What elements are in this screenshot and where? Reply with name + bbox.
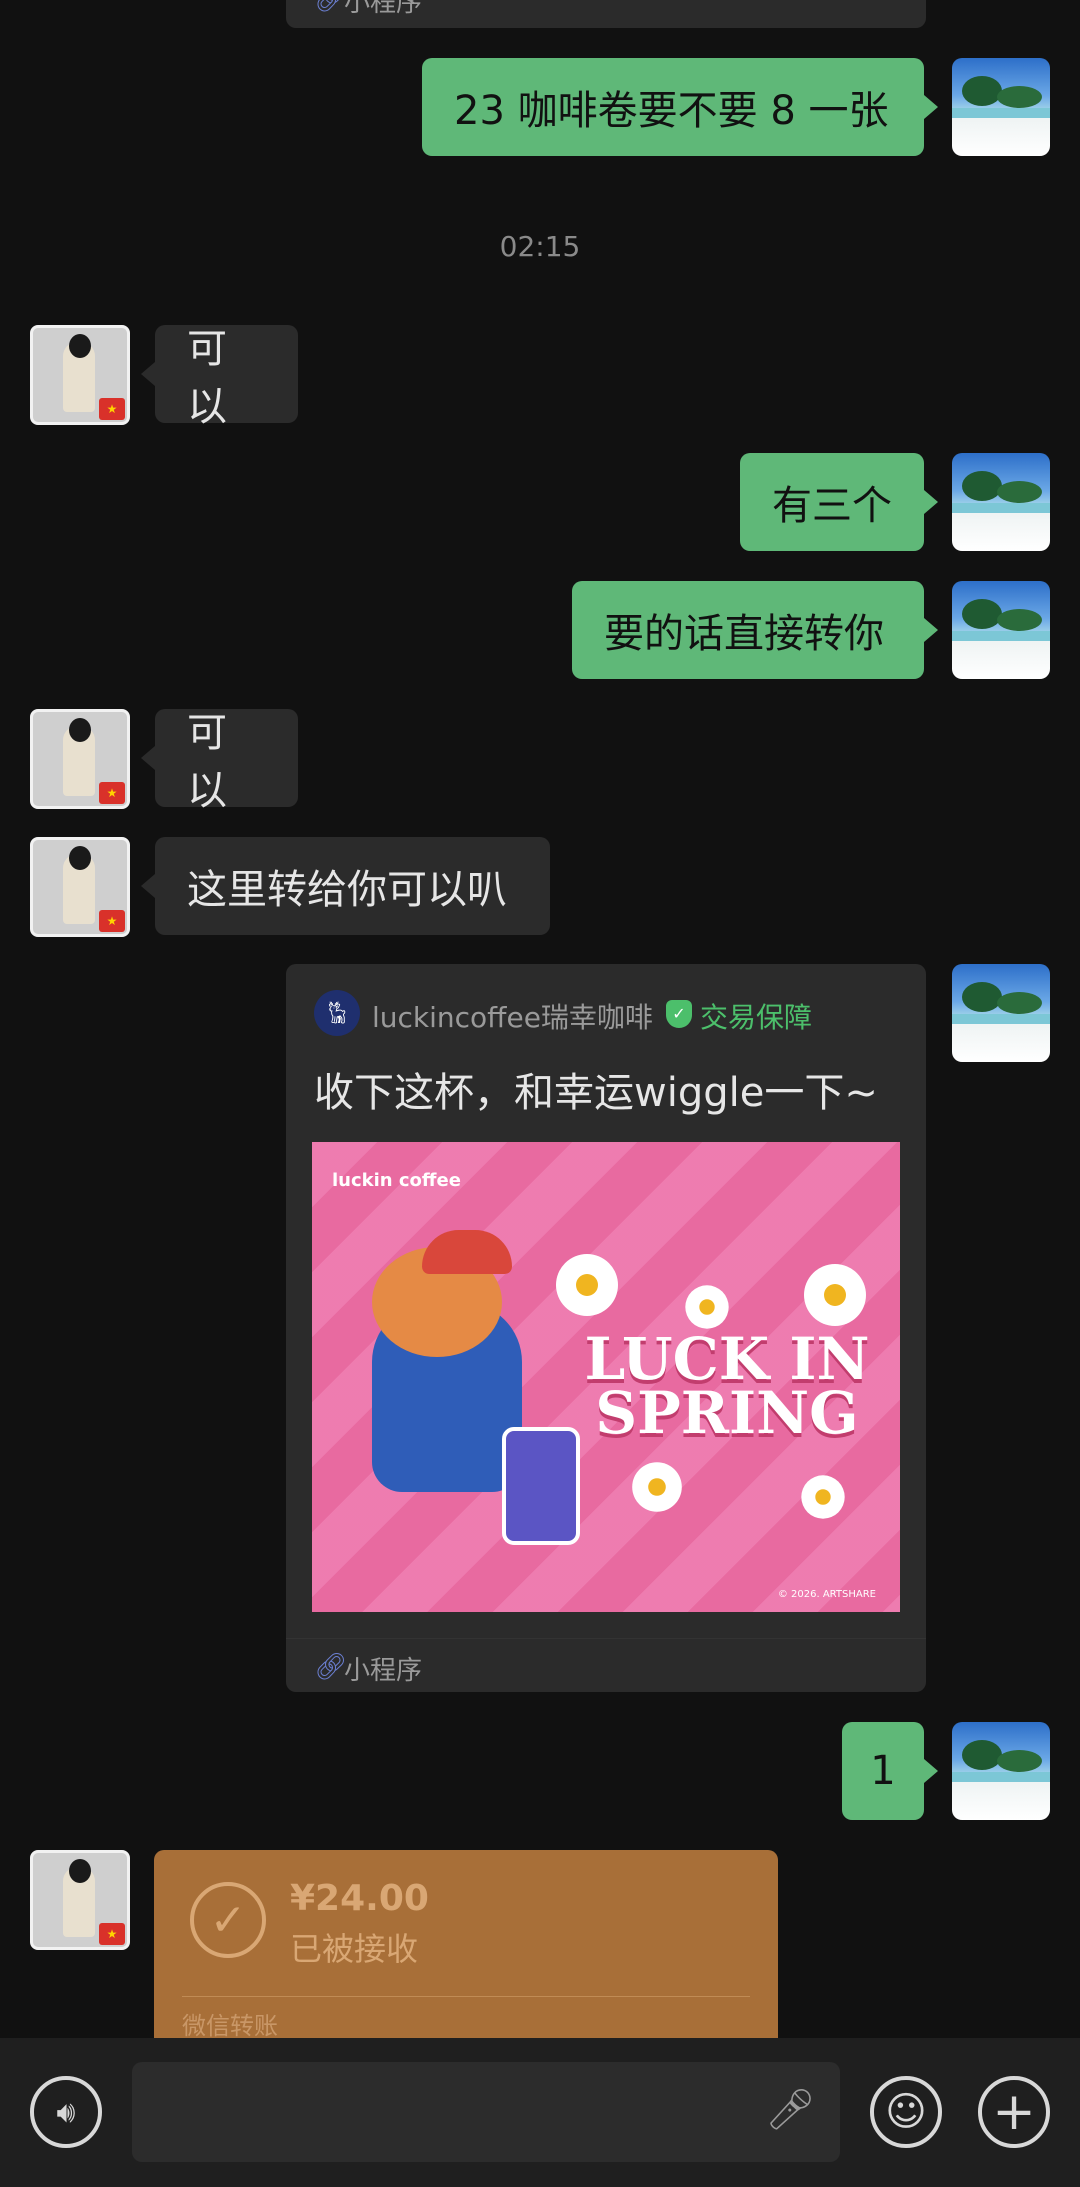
message-bubble[interactable]: 1 — [842, 1722, 924, 1820]
bubble-tail — [924, 1759, 938, 1783]
card-divider — [286, 1638, 926, 1639]
plus-icon[interactable]: + — [978, 2076, 1050, 2148]
luckin-logo-icon: 🦌︎ — [314, 990, 360, 1036]
banner-headline-line1: LUCK IN — [584, 1325, 870, 1393]
bubble-tail — [924, 95, 938, 119]
message-bubble[interactable]: 这里转给你可以叭 — [155, 837, 550, 935]
message-text: 可以 — [187, 710, 227, 814]
message-text: 1 — [870, 1748, 896, 1794]
bubble-tail — [924, 618, 938, 642]
shield-icon: ✓ — [666, 1000, 692, 1028]
flower-icon — [562, 1260, 612, 1310]
message-bubble[interactable]: 可以 — [155, 709, 298, 814]
message-text: 有三个 — [772, 483, 892, 529]
mic-icon[interactable]: 🎤︎ — [765, 2086, 816, 2133]
message-bubble[interactable]: 可以 — [155, 325, 298, 430]
card-banner-image: luckin coffee LUCK IN SPRING © 2026. ART… — [312, 1142, 900, 1612]
mini-program-card[interactable]: 🦌︎ luckincoffee瑞幸咖啡 ✓ 交易保障 收下这杯，和幸运wiggl… — [286, 964, 926, 1692]
flower-icon — [637, 1467, 677, 1507]
flower-icon — [810, 1270, 860, 1320]
mini-program-icon: 🔗︎ — [314, 1652, 348, 1682]
suitcase-illustration — [502, 1427, 580, 1545]
message-text: 可以 — [187, 326, 227, 430]
card-title: 收下这杯，和幸运wiggle一下~ — [314, 1070, 878, 1116]
my-avatar[interactable] — [952, 964, 1050, 1062]
transfer-amount: ¥24.00 — [290, 1878, 429, 1919]
contact-avatar[interactable]: ★ — [30, 709, 130, 809]
contact-avatar[interactable]: ★ — [30, 325, 130, 425]
my-avatar[interactable] — [952, 453, 1050, 551]
my-avatar[interactable] — [952, 581, 1050, 679]
flower-icon — [689, 1289, 725, 1325]
message-bubble[interactable]: 要的话直接转你 — [572, 581, 924, 679]
contact-avatar[interactable]: ★ — [30, 1850, 130, 1950]
transfer-divider — [182, 1996, 750, 1997]
banner-headline: LUCK IN SPRING — [577, 1325, 877, 1447]
my-avatar[interactable] — [952, 58, 1050, 156]
mini-program-label: 小程序 — [344, 1656, 423, 1686]
input-bar: 🔊︎ 🎤︎ ☺ + — [0, 2038, 1080, 2187]
my-avatar[interactable] — [952, 1722, 1050, 1820]
message-bubble[interactable]: 有三个 — [740, 453, 924, 551]
banner-copyright: © 2026. ARTSHARE — [777, 1589, 876, 1600]
mini-program-label: 小程序 — [344, 0, 423, 18]
mini-program-icon: 🔗︎ — [314, 0, 347, 14]
transfer-card[interactable]: ✓ ¥24.00 已被接收 微信转账 — [154, 1850, 778, 2040]
message-text: 要的话直接转你 — [604, 611, 884, 657]
message-text: 这里转给你可以叭 — [187, 867, 507, 913]
message-bubble[interactable]: 23 咖啡卷要不要 8 一张 — [422, 58, 924, 156]
bubble-tail — [141, 362, 155, 386]
banner-headline-line2: SPRING — [595, 1379, 859, 1447]
voice-icon[interactable]: 🔊︎ — [30, 2076, 102, 2148]
message-text: 23 咖啡卷要不要 8 一张 — [454, 88, 889, 134]
emoji-icon[interactable]: ☺ — [870, 2076, 942, 2148]
flower-icon — [805, 1479, 841, 1515]
transfer-status: 已被接收 — [290, 1930, 419, 1968]
check-icon: ✓ — [190, 1882, 266, 1958]
bubble-tail — [141, 874, 155, 898]
previous-mini-program-card[interactable]: 🔗︎ 小程序 — [286, 0, 926, 28]
contact-avatar[interactable]: ★ — [30, 837, 130, 937]
bubble-tail — [924, 490, 938, 514]
banner-brand: luckin coffee — [332, 1170, 461, 1191]
timestamp: 02:15 — [499, 230, 581, 263]
transfer-label: 微信转账 — [182, 2012, 278, 2040]
bubble-tail — [141, 746, 155, 770]
guarantee-label: 交易保障 — [700, 1001, 813, 1034]
message-input[interactable]: 🎤︎ — [132, 2062, 840, 2162]
card-brand: luckincoffee瑞幸咖啡 — [372, 1001, 653, 1034]
